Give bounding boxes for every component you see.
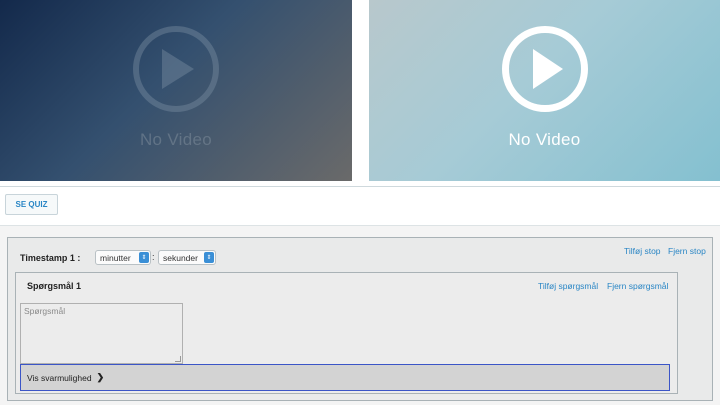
quiz-editor: No Video No Video SE QUIZ Timestamp 1 : … xyxy=(0,0,720,405)
seconds-select-value: sekunder xyxy=(163,252,198,263)
show-answers-toggle[interactable]: Vis svarmulighed ❯ xyxy=(20,364,670,391)
question-input[interactable]: Spørgsmål xyxy=(20,303,183,364)
video-player-right[interactable]: No Video xyxy=(369,0,720,181)
resize-handle-icon[interactable] xyxy=(175,356,181,362)
play-icon[interactable] xyxy=(133,25,219,112)
add-stop-link[interactable]: Tilføj stop xyxy=(624,246,661,256)
remove-question-link[interactable]: Fjern spørgsmål xyxy=(607,281,668,291)
time-separator: : xyxy=(152,252,155,262)
seconds-select[interactable]: sekunder ⇕ xyxy=(158,250,216,265)
question-title: Spørgsmål 1 xyxy=(27,281,82,291)
play-icon[interactable] xyxy=(501,25,588,112)
chevron-right-icon: ❯ xyxy=(96,372,105,382)
remove-stop-link[interactable]: Fjern stop xyxy=(668,246,706,256)
video-player-left[interactable]: No Video xyxy=(0,0,352,181)
add-question-link[interactable]: Tilføj spørgsmål xyxy=(538,281,598,291)
see-quiz-button[interactable]: SE QUIZ xyxy=(5,194,58,215)
question-input-placeholder: Spørgsmål xyxy=(24,306,66,316)
show-answers-label: Vis svarmulighed xyxy=(27,372,92,383)
select-arrows-icon: ⇕ xyxy=(139,252,149,263)
no-video-label: No Video xyxy=(508,129,581,149)
no-video-label: No Video xyxy=(139,129,213,149)
timestamp-label: Timestamp 1 : xyxy=(20,253,81,263)
minutes-select-value: minutter xyxy=(100,252,131,263)
select-arrows-icon: ⇕ xyxy=(204,252,214,263)
divider xyxy=(0,186,720,187)
minutes-select[interactable]: minutter ⇕ xyxy=(95,250,151,265)
